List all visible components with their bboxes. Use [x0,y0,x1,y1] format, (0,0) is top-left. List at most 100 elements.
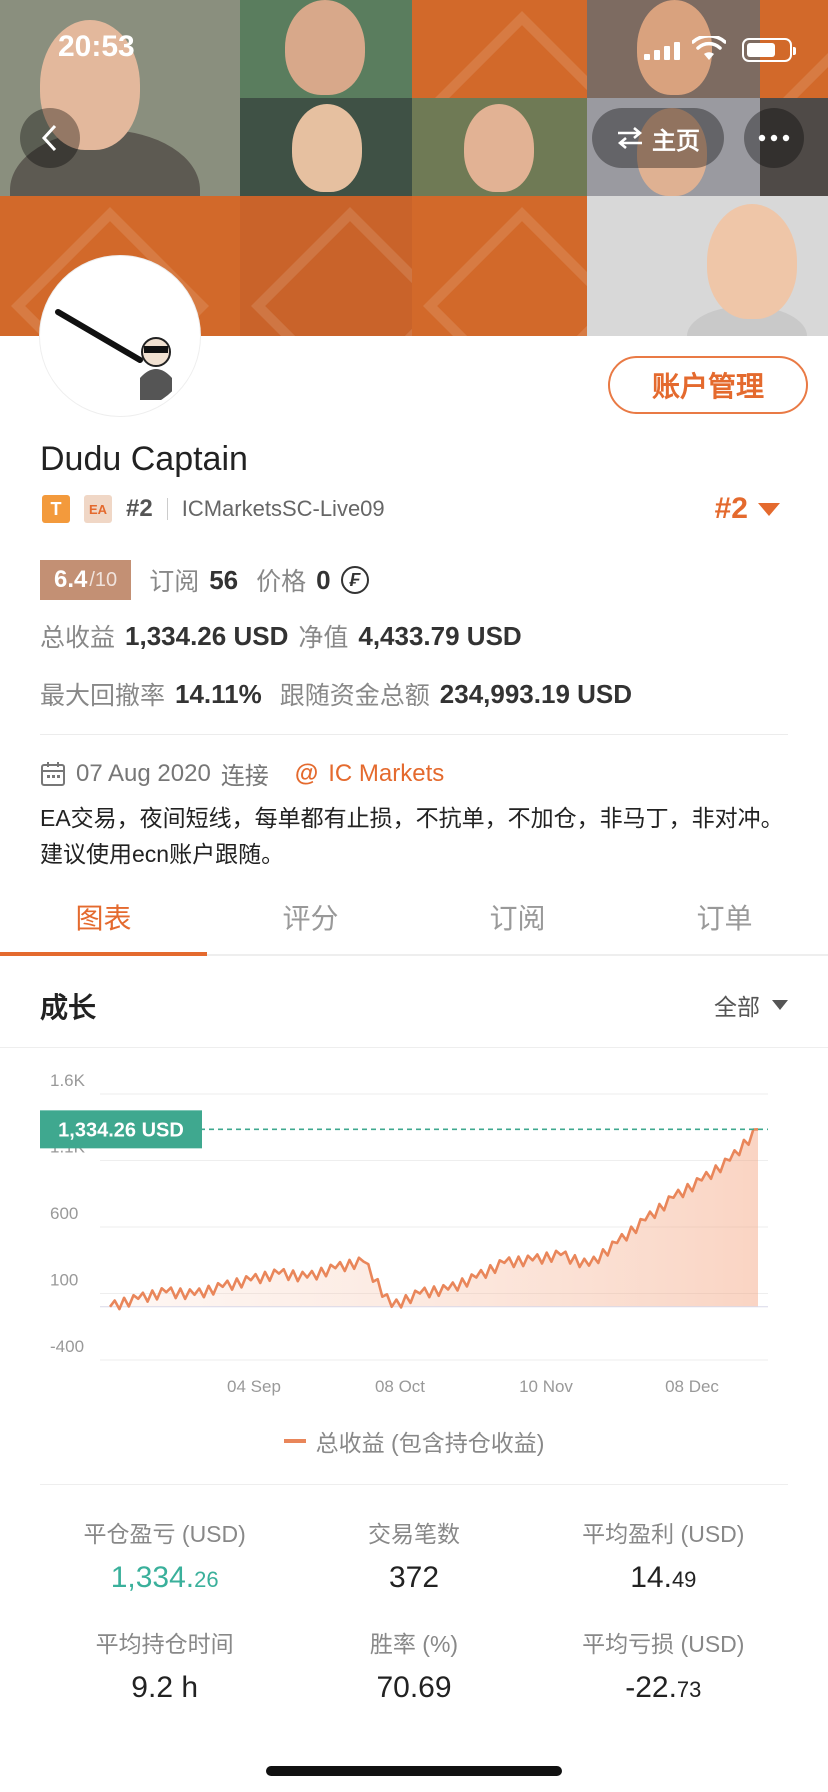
price-label: 价格 [256,568,307,596]
max-drawdown-value: 14.11% [175,678,262,709]
rank-dropdown[interactable]: #2 [715,492,780,526]
caret-down-icon [758,502,780,516]
tab-chart[interactable]: 图表 [0,880,207,956]
avatar[interactable] [40,256,200,416]
legend-swatch [283,1439,306,1443]
back-button[interactable] [20,108,80,168]
summary-cell: 平均盈利 (USD) 14.49 [539,1515,788,1601]
profit-row: 总收益 1,334.26 USD 净值 4,433.79 USD [40,618,532,654]
summary-cell: 平均持仓时间 9.2 h [40,1625,289,1711]
tab-subscribe[interactable]: 订阅 [414,880,621,954]
x-tick-label: 04 Sep [227,1377,281,1396]
chart-legend: 总收益 (包含持仓收益) [0,1424,828,1458]
more-dots-icon [758,134,790,142]
range-filter-dropdown[interactable]: 全部 [714,988,788,1022]
tab-bar: 图表 评分 订阅 订单 [0,880,828,956]
pattern-tile [240,196,412,336]
summary-value: 1,334.26 [110,1561,219,1594]
photo-tile [412,98,587,196]
server-name: ICMarketsSC-Live09 [181,496,385,521]
drawdown-row: 最大回撤率 14.11% 跟随资金总额 234,993.19 USD [40,676,642,712]
equity-label: 净值 [298,624,349,652]
range-filter-label: 全部 [714,994,760,1020]
x-tick-label: 10 Nov [519,1377,573,1396]
tag-ea-badge: EA [84,495,112,523]
summary-label: 胜率 (%) [369,1631,459,1657]
strategy-description: EA交易，夜间短线，每单都有止损，不抗单，不加仓，非马丁，非对冲。建议使用ecn… [40,805,784,867]
status-time: 20:53 [58,30,135,63]
x-tick-label: 08 Dec [665,1377,719,1396]
photo-tile [240,98,412,196]
subscribe-label: 订阅 [149,568,200,596]
summary-label: 平均亏损 (USD) [582,1631,745,1657]
summary-value: 372 [388,1561,440,1594]
divider [166,498,168,520]
summary-label: 平均持仓时间 [95,1631,234,1657]
at-icon: @ [294,759,319,787]
meta-row: 07 Aug 2020 连接 @ IC Markets [40,756,444,791]
x-tick-label: 08 Oct [375,1377,425,1396]
connect-date: 07 Aug 2020 [76,759,211,787]
tag-t-badge: T [42,495,70,523]
growth-title: 成长 [40,992,97,1023]
tag-row: T EA #2 ICMarketsSC-Live09 [42,494,385,524]
total-profit-value: 1,334.26 USD [125,620,289,651]
broker-link[interactable]: IC Markets [328,760,444,788]
summary-value: 70.69 [376,1671,452,1704]
photo-tile [587,196,828,336]
account-manage-button[interactable]: 账户管理 [608,356,808,414]
growth-chart[interactable]: 1.6K1.1K600100-40004 Sep08 Oct10 Nov08 D… [0,1060,828,1400]
summary-label: 平均盈利 (USD) [582,1521,745,1547]
tab-rating[interactable]: 评分 [207,880,414,954]
y-tick-label: 1.6K [50,1071,86,1090]
legend-label: 总收益 (包含持仓收益) [315,1430,545,1456]
home-indicator [266,1766,562,1776]
summary-label: 交易笔数 [367,1521,460,1547]
caret-down-icon [772,1000,788,1010]
more-button[interactable] [744,108,804,168]
summary-cell: 胜率 (%) 70.69 [289,1625,538,1711]
summary-cell: 平均亏损 (USD) -22.73 [539,1625,788,1711]
divider [40,734,788,735]
subscribe-value: 56 [209,564,239,595]
total-profit-label: 总收益 [40,624,116,652]
status-bar: 20:53 [0,0,828,100]
series-area [110,1129,758,1310]
chevron-left-icon [41,124,57,152]
summary-value: 14.49 [630,1561,697,1594]
signal-icon [644,40,680,60]
current-value-label: 1,334.26 USD [58,1119,184,1141]
summary-grid: 平仓盈亏 (USD) 1,334.26 交易笔数 372 平均盈利 (USD) … [40,1484,788,1711]
follow-funds-label: 跟随资金总额 [279,682,430,710]
home-label: 主页 [652,127,700,155]
y-tick-label: 600 [50,1204,78,1223]
home-button[interactable]: 主页 [592,108,724,168]
swap-icon [617,127,643,149]
summary-value: 9.2 h [131,1671,199,1704]
score-badge: 6.4/10 [40,560,132,600]
battery-icon [742,38,796,62]
wifi-icon [692,36,726,60]
y-tick-label: -400 [50,1337,84,1356]
chart-svg: 1.6K1.1K600100-40004 Sep08 Oct10 Nov08 D… [40,1071,768,1396]
equity-value: 4,433.79 USD [358,620,522,651]
summary-cell: 平仓盈亏 (USD) 1,334.26 [40,1515,289,1601]
pattern-tile [412,196,587,336]
trader-name: Dudu Captain [40,440,248,478]
growth-header: 成长 全部 [0,958,828,1048]
rank-dropdown-label: #2 [714,492,748,525]
summary-value: -22.73 [625,1671,702,1704]
calendar-icon [41,761,65,786]
rank-label: #2 [126,495,153,522]
follow-funds-value: 234,993.19 USD [439,678,633,709]
price-value: 0 [316,564,331,595]
summary-label: 平仓盈亏 (USD) [83,1521,246,1547]
summary-cell: 交易笔数 372 [289,1515,538,1601]
y-tick-label: 100 [50,1271,78,1290]
score-row: 6.4/10 订阅 56 价格 0 ₣ [40,560,369,600]
tab-orders[interactable]: 订单 [621,880,828,954]
max-drawdown-label: 最大回撤率 [40,682,166,710]
connect-label: 连接 [220,763,269,790]
currency-coin-icon: ₣ [340,566,369,594]
avatar-image [44,260,196,412]
